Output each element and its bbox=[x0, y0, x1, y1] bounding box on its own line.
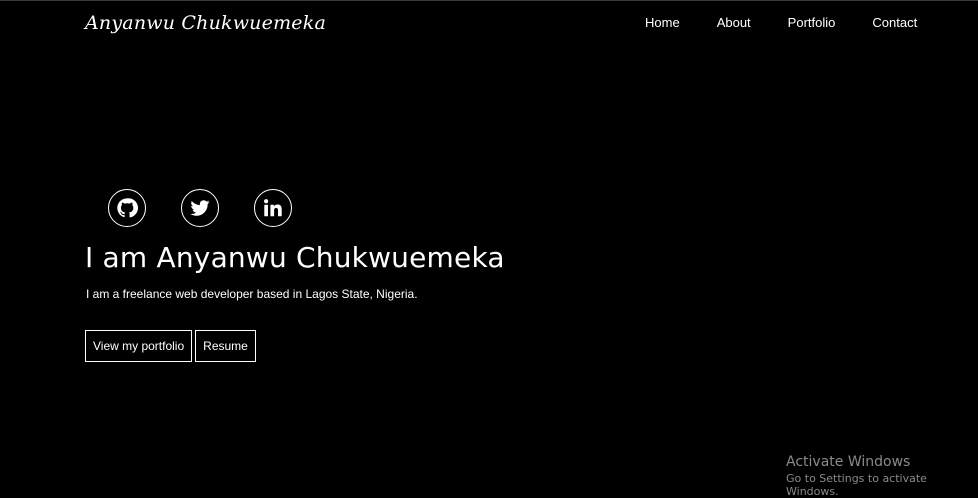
activate-windows-watermark: Activate Windows Go to Settings to activ… bbox=[786, 454, 978, 498]
main-nav: Home About Portfolio Contact bbox=[645, 15, 917, 30]
twitter-link[interactable] bbox=[181, 189, 219, 227]
brand-logo[interactable]: Anyanwu Chukwuemeka bbox=[85, 12, 326, 34]
twitter-icon bbox=[190, 200, 210, 216]
nav-item-contact[interactable]: Contact bbox=[872, 15, 917, 30]
nav-item-portfolio[interactable]: Portfolio bbox=[788, 15, 836, 30]
nav-item-home[interactable]: Home bbox=[645, 15, 680, 30]
resume-button[interactable]: Resume bbox=[195, 330, 256, 362]
github-link[interactable] bbox=[108, 189, 146, 227]
linkedin-icon bbox=[264, 199, 282, 217]
watermark-title: Activate Windows bbox=[786, 454, 911, 470]
hero-subtitle: I am a freelance web developer based in … bbox=[86, 287, 418, 301]
hero-buttons: View my portfolio Resume bbox=[85, 330, 256, 362]
social-links bbox=[108, 189, 292, 227]
view-portfolio-button[interactable]: View my portfolio bbox=[85, 330, 193, 362]
hero-title: I am Anyanwu Chukwuemeka bbox=[85, 241, 505, 274]
page: Anyanwu Chukwuemeka Home About Portfolio… bbox=[0, 0, 978, 498]
watermark-subtitle: Go to Settings to activate Windows. bbox=[786, 472, 927, 498]
github-icon bbox=[117, 198, 138, 218]
nav-item-about[interactable]: About bbox=[717, 15, 751, 30]
linkedin-link[interactable] bbox=[254, 189, 292, 227]
